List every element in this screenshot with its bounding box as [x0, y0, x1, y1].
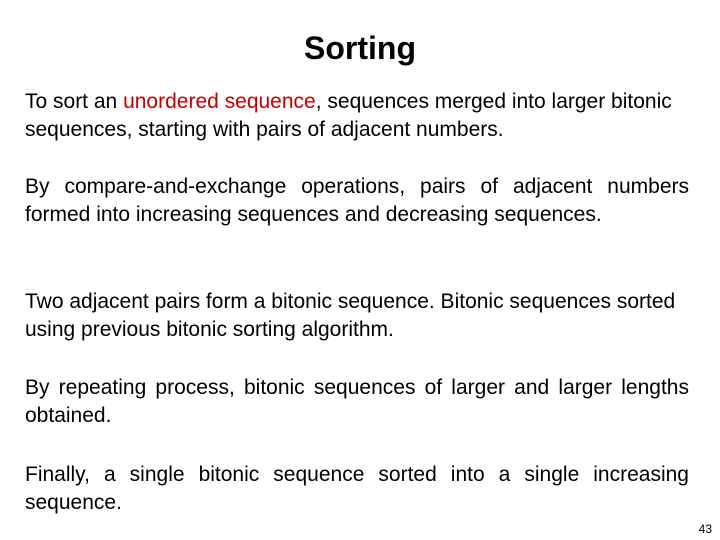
paragraph-1: To sort an unordered sequence, sequences… — [25, 88, 689, 144]
paragraph-4: By repeating process, bitonic sequences … — [25, 376, 689, 427]
page-number: 43 — [698, 522, 712, 536]
paragraph-3: Two adjacent pairs form a bitonic sequen… — [25, 290, 676, 341]
highlighted-term: unordered sequence — [123, 90, 316, 113]
paragraph-2: By compare-and-exchange operations, pair… — [25, 175, 689, 226]
paragraph-1-text-start: To sort an — [25, 90, 124, 113]
slide-title: Sorting — [304, 30, 416, 66]
paragraph-5: Finally, a single bitonic sequence sorte… — [25, 463, 689, 514]
